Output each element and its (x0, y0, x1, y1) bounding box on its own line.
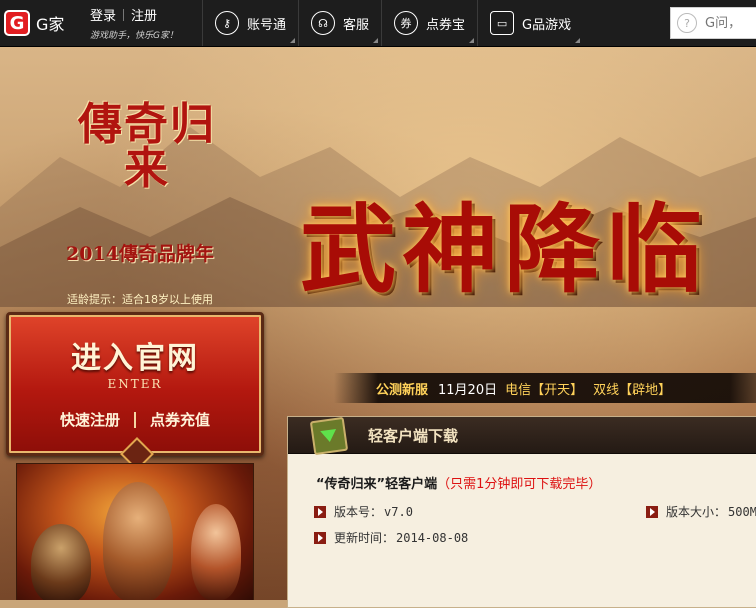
nav-voucher-label: 点券宝 (426, 17, 466, 33)
gamepad-icon: ▭ (490, 11, 515, 35)
announce-tag: 公测新服 (376, 382, 429, 398)
size-value: 500M (728, 504, 756, 519)
quick-register-link[interactable]: 快速注册 (60, 409, 120, 430)
corner-indicator-icon (373, 38, 379, 43)
search-area: ? (670, 0, 756, 46)
version-value: v7.0 (384, 504, 413, 519)
updated-value: 2014-08-08 (396, 530, 469, 545)
nav-account[interactable]: ⚷ 账号通 (202, 0, 298, 46)
client-name[interactable]: “传奇归来”轻客户端（只需1分钟即可下载完毕） (316, 473, 601, 492)
size-label: 版本大小： (666, 505, 727, 519)
bullet-arrow-icon (314, 531, 326, 544)
nav-service-label: 客服 (343, 17, 370, 33)
nav-games[interactable]: ▭ G品游戏 (477, 0, 583, 46)
auth-area: 登录 注册 游戏助手，快乐G家！ (84, 0, 202, 46)
bullet-arrow-icon (646, 505, 658, 518)
server-announcement[interactable]: 公测新服 11月20日 电信【开天】 双线【辟地】 (334, 373, 756, 403)
corner-indicator-icon (469, 38, 475, 43)
updated-row: 更新时间： 2014-08-08 (314, 529, 468, 546)
search-input[interactable] (703, 14, 756, 32)
event-title: 2014傳奇品牌年 (66, 243, 214, 265)
size-row: 版本大小： 500M (646, 503, 756, 520)
announce-server-1: 电信【开天】 (505, 382, 584, 398)
search-box: ? (670, 7, 756, 39)
version-row: 版本号： v7.0 (314, 503, 413, 520)
headset-icon: ☊ (311, 11, 336, 35)
enter-site-panel[interactable]: 进入官网 ENTER 快速注册 点券充值 (6, 312, 264, 471)
auth-divider (123, 8, 125, 21)
login-link[interactable]: 登录 (90, 5, 116, 24)
brand[interactable]: G G家 (0, 0, 84, 46)
nav-voucher[interactable]: 券 点券宝 (381, 0, 477, 46)
game-logo: 傳奇归来 (78, 99, 216, 194)
enter-label: ENTER (107, 377, 163, 391)
voucher-icon: 券 (394, 11, 419, 35)
download-panel: 轻客户端下载 “传奇归来”轻客户端（只需1分钟即可下载完毕） 版本号： v7.0… (287, 416, 756, 608)
actions-divider (134, 411, 136, 428)
download-title: 轻客户端下载 (368, 427, 459, 445)
enter-site-button[interactable]: 进入官网 (9, 333, 261, 377)
nav-games-label: G品游戏 (522, 17, 572, 33)
client-note: （只需1分钟即可下载完毕） (437, 477, 602, 492)
top-bar: G G家 登录 注册 游戏助手，快乐G家！ ⚷ 账号通 ☊ 客服 券 点券宝 ▭… (0, 0, 756, 47)
key-icon: ⚷ (215, 11, 239, 35)
download-header: 轻客户端下载 (288, 416, 756, 456)
version-label: 版本号： (334, 505, 383, 519)
announce-server-2: 双线【辟地】 (593, 382, 672, 398)
recharge-link[interactable]: 点券充值 (150, 409, 210, 430)
enter-actions: 快速注册 点券充值 (9, 409, 261, 430)
age-tip: 适龄提示：适合18岁以上使用 (67, 293, 213, 306)
client-name-text: “传奇归来”轻客户端 (316, 477, 438, 492)
brand-name: G家 (36, 15, 65, 34)
character-artwork (16, 463, 254, 600)
banner-title: 武神降临 (300, 193, 708, 306)
download-arrow-icon (309, 416, 349, 456)
corner-indicator-icon (575, 38, 581, 43)
nav-service[interactable]: ☊ 客服 (298, 0, 381, 46)
g-logo-icon: G (4, 10, 30, 36)
lightbulb-icon: ? (677, 13, 697, 33)
nav-account-label: 账号通 (247, 17, 287, 33)
announce-date: 11月20日 (438, 382, 498, 398)
corner-indicator-icon (290, 38, 296, 43)
slogan: 游戏助手，快乐G家！ (90, 31, 178, 41)
updated-label: 更新时间： (334, 531, 395, 545)
bullet-arrow-icon (314, 505, 326, 518)
register-link[interactable]: 注册 (131, 5, 157, 24)
